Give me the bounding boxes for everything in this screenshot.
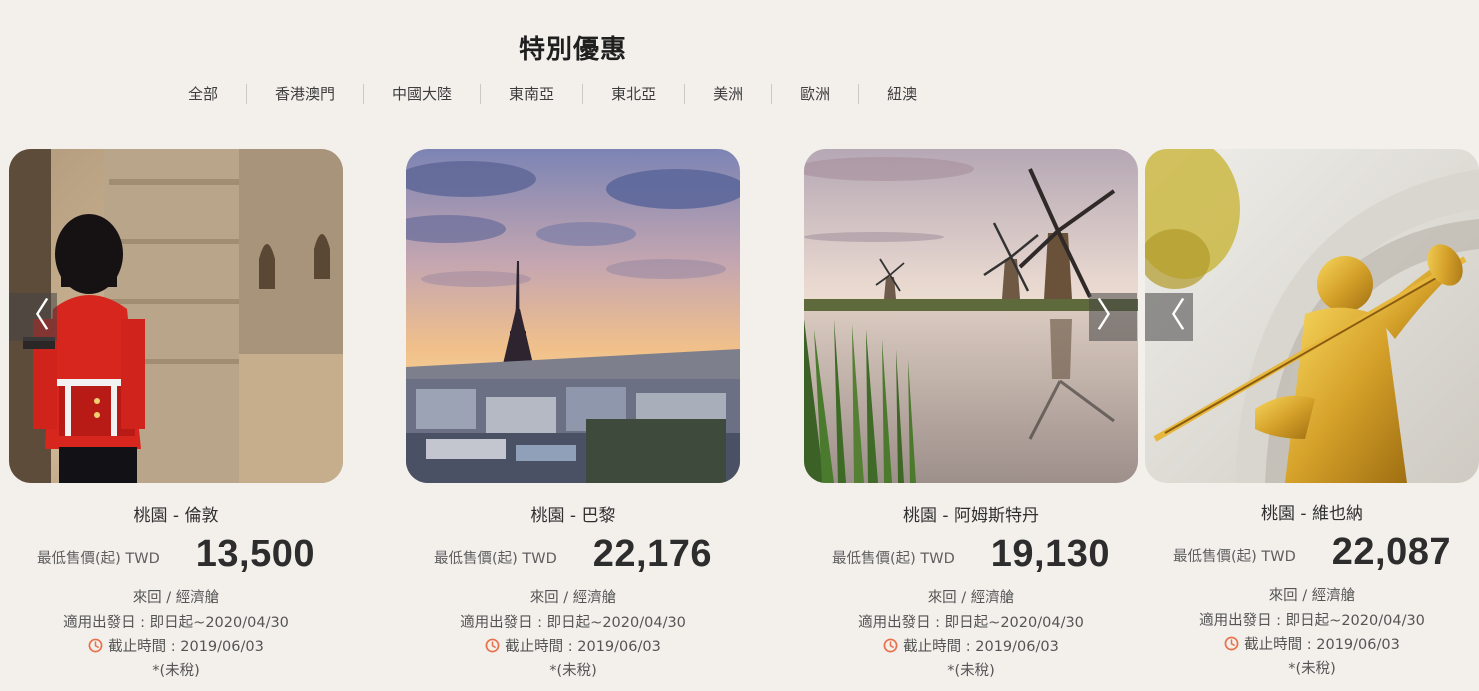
offer-card-amsterdam[interactable]: 桃園 - 阿姆斯特丹 最低售價(起) TWD 19,130 來回 / 經濟艙 適… xyxy=(804,149,1138,689)
travel-period: 適用出發日 : 即日起~2020/04/30 xyxy=(1199,613,1425,629)
price-amount: 13,500 xyxy=(195,533,315,575)
travel-period: 適用出發日 : 即日起~2020/04/30 xyxy=(460,615,686,631)
tab-northeast-asia[interactable]: 東北亞 xyxy=(583,82,684,106)
travel-period: 適用出發日 : 即日起~2020/04/30 xyxy=(63,615,289,631)
travel-period: 適用出發日 : 即日起~2020/04/30 xyxy=(858,615,1084,631)
clock-icon xyxy=(1224,636,1239,651)
carousel-prev-button[interactable]: 〈 xyxy=(9,293,57,341)
clock-icon xyxy=(883,638,898,653)
offer-card-london[interactable]: 桃園 - 倫敦 最低售價(起) TWD 13,500 來回 / 經濟艙 適用出發… xyxy=(9,149,343,689)
london-guard-photo[interactable] xyxy=(9,149,343,483)
price-row: 最低售價(起) TWD 22,087 xyxy=(1145,529,1479,579)
deadline-text: 截止時間 : 2019/06/03 xyxy=(903,639,1059,655)
region-tabs: 全部 香港澳門 中國大陸 東南亞 東北亞 美洲 歐洲 紐澳 xyxy=(160,80,945,108)
price-prefix: 最低售價(起) TWD xyxy=(434,551,557,567)
tab-hong-kong-macau[interactable]: 香港澳門 xyxy=(247,82,363,106)
price-row: 最低售價(起) TWD 22,176 xyxy=(406,531,740,581)
tax-note: *(未稅) xyxy=(152,663,200,679)
paris-eiffel-tower-photo[interactable] xyxy=(406,149,740,483)
carousel-prev-button-secondary[interactable]: 〈 xyxy=(1145,293,1193,341)
tab-oceania[interactable]: 紐澳 xyxy=(859,82,945,106)
tax-note: *(未稅) xyxy=(1288,661,1336,677)
route-label: 桃園 - 阿姆斯特丹 xyxy=(903,506,1039,526)
tab-europe[interactable]: 歐洲 xyxy=(772,82,858,106)
vienna-golden-statue-photo[interactable] xyxy=(1145,149,1479,483)
deadline-row: 截止時間 : 2019/06/03 xyxy=(406,635,740,656)
amsterdam-windmills-photo[interactable] xyxy=(804,149,1138,483)
route-label: 桃園 - 維也納 xyxy=(1261,504,1363,524)
deadline-row: 截止時間 : 2019/06/03 xyxy=(9,635,343,656)
deadline-row: 截止時間 : 2019/06/03 xyxy=(804,635,1138,656)
clock-icon xyxy=(88,638,103,653)
price-amount: 19,130 xyxy=(990,533,1110,575)
route-label: 桃園 - 巴黎 xyxy=(530,506,616,526)
deadline-text: 截止時間 : 2019/06/03 xyxy=(1244,637,1400,653)
route-label: 桃園 - 倫敦 xyxy=(133,506,219,526)
tab-all[interactable]: 全部 xyxy=(160,82,246,106)
deadline-text: 截止時間 : 2019/06/03 xyxy=(108,639,264,655)
tab-southeast-asia[interactable]: 東南亞 xyxy=(481,82,582,106)
section-title: 特別優惠 xyxy=(518,35,627,66)
tab-americas[interactable]: 美洲 xyxy=(685,82,771,106)
price-amount: 22,176 xyxy=(592,533,712,575)
price-row: 最低售價(起) TWD 19,130 xyxy=(804,531,1138,581)
deadline-row: 截止時間 : 2019/06/03 xyxy=(1145,633,1479,654)
price-amount: 22,087 xyxy=(1331,531,1451,573)
trip-type: 來回 / 經濟艙 xyxy=(132,590,220,606)
deadline-text: 截止時間 : 2019/06/03 xyxy=(505,639,661,655)
price-prefix: 最低售價(起) TWD xyxy=(1173,549,1296,565)
tab-mainland-china[interactable]: 中國大陸 xyxy=(364,82,480,106)
trip-type: 來回 / 經濟艙 xyxy=(529,590,617,606)
carousel-next-button[interactable]: 〉 xyxy=(1089,293,1137,341)
trip-type: 來回 / 經濟艙 xyxy=(1268,588,1356,604)
trip-type: 來回 / 經濟艙 xyxy=(927,590,1015,606)
price-row: 最低售價(起) TWD 13,500 xyxy=(9,531,343,581)
tax-note: *(未稅) xyxy=(549,663,597,679)
offer-card-vienna[interactable]: 桃園 - 維也納 最低售價(起) TWD 22,087 來回 / 經濟艙 適用出… xyxy=(1145,149,1479,689)
offer-card-paris[interactable]: 桃園 - 巴黎 最低售價(起) TWD 22,176 來回 / 經濟艙 適用出發… xyxy=(406,149,740,689)
price-prefix: 最低售價(起) TWD xyxy=(37,551,160,567)
price-prefix: 最低售價(起) TWD xyxy=(832,551,955,567)
tax-note: *(未稅) xyxy=(947,663,995,679)
clock-icon xyxy=(485,638,500,653)
